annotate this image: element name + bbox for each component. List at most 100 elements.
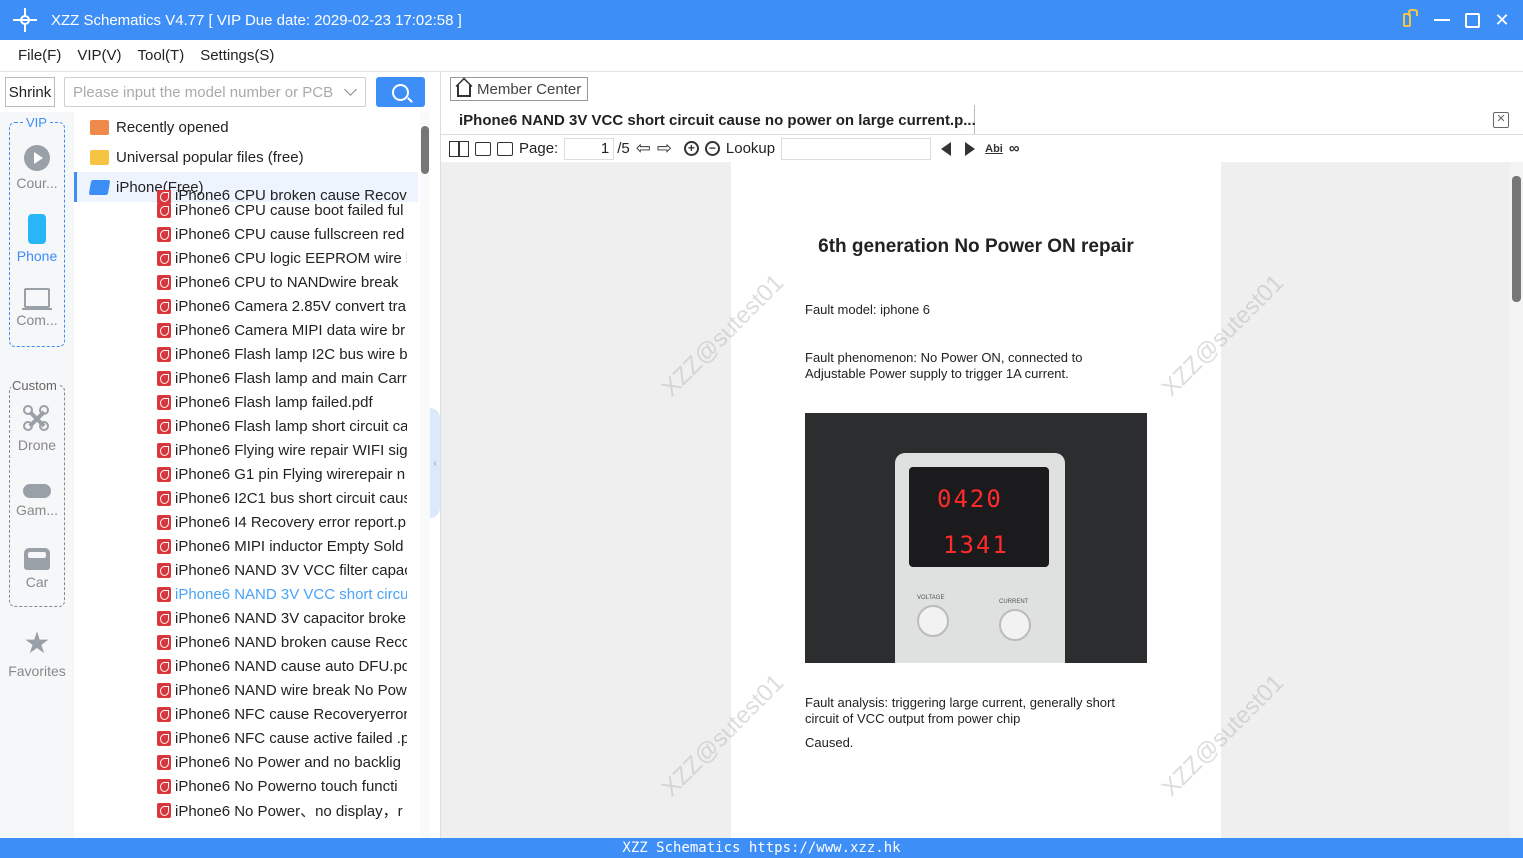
list-item[interactable]: iPhone6 NAND 3V capacitor broke — [157, 606, 407, 630]
rail-item-car[interactable]: Car — [0, 548, 74, 590]
list-item[interactable]: iPhone6 CPU cause boot failed ful — [157, 198, 407, 222]
zoom-in-button[interactable]: + — [683, 139, 699, 159]
search-placeholder: Please input the model number or PCB — [73, 83, 334, 101]
pdf-icon — [157, 226, 171, 242]
pdf-page: 6th generation No Power ON repair Fault … — [731, 162, 1221, 838]
folder-universal-popular[interactable]: Universal popular files (free) — [74, 142, 418, 172]
pdf-icon — [157, 370, 171, 386]
viewer-scroll-thumb[interactable] — [1512, 176, 1521, 302]
viewer-toolbar: Page: 1 /5 ⇦ ⇨ + − Lookup Abi ∞ — [441, 134, 1523, 162]
page-number-input[interactable]: 1 — [564, 137, 615, 160]
file-label: iPhone6 NFC cause active failed .p — [175, 729, 407, 747]
vip-bag-button[interactable] — [1403, 9, 1421, 29]
list-item[interactable]: iPhone6 NFC cause Recoveryerror r — [157, 702, 407, 726]
rail-item-phone[interactable]: Phone — [0, 214, 74, 264]
chevron-down-icon[interactable] — [344, 83, 357, 96]
find-all-button[interactable]: ∞ — [1009, 139, 1020, 159]
next-page-button[interactable]: ⇨ — [657, 138, 672, 159]
pdf-icon — [157, 754, 171, 770]
list-item[interactable]: iPhone6 MIPI inductor Empty Sold — [157, 534, 407, 558]
category-rail: VIP Custom Cour... Phone Com... Drone Ga… — [0, 112, 74, 838]
rotate-right-icon — [497, 141, 513, 156]
menu-settings[interactable]: Settings(S) — [200, 47, 274, 64]
pdf-icon — [157, 490, 171, 506]
model-search-input[interactable]: Please input the model number or PCB — [64, 77, 366, 107]
list-item[interactable]: iPhone6 NFC cause active failed .p — [157, 726, 407, 750]
member-center-button[interactable]: Member Center — [450, 77, 588, 101]
rotate-left-button[interactable] — [475, 139, 491, 159]
file-label: iPhone6 I2C1 bus short circuit caus — [175, 489, 407, 507]
pdf-icon — [157, 202, 171, 218]
maximize-button[interactable] — [1463, 11, 1481, 29]
document-viewer[interactable]: 6th generation No Power ON repair Fault … — [441, 162, 1511, 838]
find-prev-button[interactable] — [941, 139, 952, 159]
minimize-icon — [1434, 19, 1450, 21]
two-page-view-button[interactable] — [449, 139, 469, 159]
abi-icon: Abi — [985, 142, 1003, 155]
search-icon — [392, 83, 409, 101]
list-item[interactable]: iPhone6 Flash lamp failed.pdf — [157, 390, 407, 414]
tree-scrollbar[interactable] — [420, 112, 430, 838]
find-next-button[interactable] — [965, 139, 976, 159]
list-item[interactable]: iPhone6 Camera 2.85V convert trar — [157, 294, 407, 318]
list-item[interactable]: iPhone6 Flash lamp short circuit ca — [157, 414, 407, 438]
voltage-readout: 0420 — [937, 485, 1003, 513]
laptop-icon — [22, 288, 52, 310]
list-item[interactable]: iPhone6 I4 Recovery error report.p — [157, 510, 407, 534]
close-tab-button[interactable]: ✕ — [1493, 112, 1509, 128]
file-label: iPhone6 NFC cause Recoveryerror r — [175, 705, 407, 723]
close-button[interactable]: ✕ — [1493, 11, 1511, 29]
list-item[interactable]: iPhone6 NAND wire break No Pow — [157, 678, 407, 702]
list-item[interactable]: iPhone6 I2C1 bus short circuit caus — [157, 486, 407, 510]
list-item[interactable]: iPhone6 CPU cause fullscreen red a — [157, 222, 407, 246]
rail-item-favorites[interactable]: ★ Favorites — [0, 629, 74, 680]
home-icon — [457, 85, 471, 97]
document-tab[interactable]: iPhone6 NAND 3V VCC short circuit cause … — [449, 105, 976, 135]
page-label: Page: — [519, 140, 559, 157]
menu-tool[interactable]: Tool(T) — [138, 47, 185, 64]
menu-vip[interactable]: VIP(V) — [77, 47, 121, 64]
zoom-out-button[interactable]: − — [704, 139, 720, 159]
search-button[interactable] — [376, 77, 425, 107]
list-item[interactable]: iPhone6 NAND 3V VCC short circui — [157, 582, 407, 606]
pdf-icon — [157, 466, 171, 482]
list-item[interactable]: iPhone6 Flash lamp and main Carr — [157, 366, 407, 390]
rotate-left-icon — [475, 141, 491, 156]
list-item[interactable]: iPhone6 Flying wire repair WIFI sig — [157, 438, 407, 462]
collapse-panel-button[interactable]: ‹ — [430, 408, 440, 518]
menu-file[interactable]: File(F) — [18, 47, 61, 64]
list-item[interactable]: iPhone6 No Powerno touch functi — [157, 774, 407, 798]
minimize-button[interactable] — [1433, 11, 1451, 29]
rail-item-games[interactable]: Gam... — [0, 484, 74, 518]
prev-page-button[interactable]: ⇦ — [636, 138, 651, 159]
lookup-input[interactable] — [781, 137, 932, 160]
tree-scroll-thumb[interactable] — [421, 126, 429, 174]
pdf-icon — [157, 322, 171, 338]
list-item[interactable]: iPhone6 No Power、no display，r — [157, 798, 407, 822]
pdf-icon — [157, 538, 171, 554]
folder-recently-opened[interactable]: Recently opened — [74, 112, 418, 142]
match-case-button[interactable]: Abi — [985, 139, 1003, 159]
rail-item-courses[interactable]: Cour... — [0, 145, 74, 191]
fault-phenomenon-text: Fault phenomenon: No Power ON, connected… — [805, 350, 1083, 381]
pdf-icon — [157, 658, 171, 674]
list-item[interactable]: iPhone6 NAND 3V VCC filter capac — [157, 558, 407, 582]
shrink-button[interactable]: Shrink — [5, 77, 55, 107]
pdf-icon — [157, 634, 171, 650]
list-item[interactable]: iPhone6 NAND cause auto DFU.pd — [157, 654, 407, 678]
rotate-right-button[interactable] — [497, 139, 513, 159]
folder-open-icon — [88, 179, 111, 195]
viewer-scrollbar[interactable] — [1510, 162, 1523, 838]
list-item[interactable]: iPhone6 CPU to NANDwire break — [157, 270, 407, 294]
rail-item-label: Car — [25, 574, 49, 590]
list-item[interactable]: iPhone6 Camera MIPI data wire br — [157, 318, 407, 342]
list-item[interactable]: iPhone6 Flash lamp I2C bus wire b — [157, 342, 407, 366]
list-item[interactable]: iPhone6 CPU logic EEPROM wire b — [157, 246, 407, 270]
list-item[interactable]: iPhone6 G1 pin Flying wirerepair n — [157, 462, 407, 486]
rail-item-drone[interactable]: Drone — [0, 405, 74, 453]
rail-item-computer[interactable]: Com... — [0, 288, 74, 328]
power-supply-image: 0420 1341 VOLTAGE CURRENT — [895, 453, 1065, 663]
file-label: iPhone6 NAND 3V VCC filter capac — [175, 561, 407, 579]
list-item[interactable]: iPhone6 No Power and no backlig — [157, 750, 407, 774]
list-item[interactable]: iPhone6 NAND broken cause Reco — [157, 630, 407, 654]
